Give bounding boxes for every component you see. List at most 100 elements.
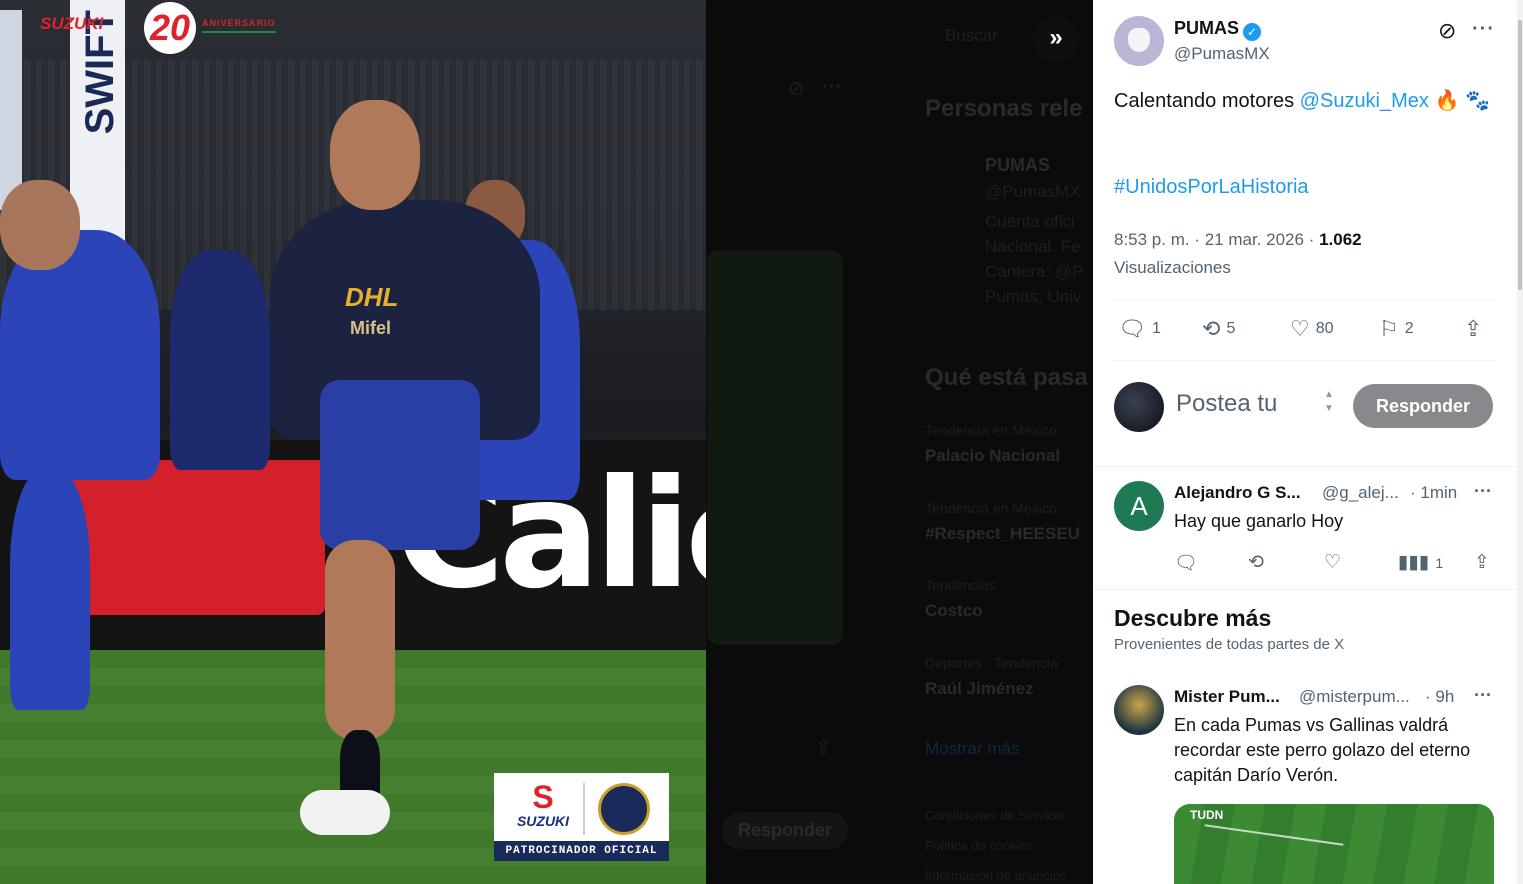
avatar[interactable] [1114, 16, 1164, 66]
discover-video[interactable]: TUDN [1174, 804, 1494, 884]
bg-card-bio-2: Nacional. Fe [985, 237, 1081, 256]
verified-icon: ✓ [1243, 23, 1262, 41]
post-date[interactable]: 21 mar. 2026 [1205, 230, 1304, 249]
bg-section-people: Personas rele [925, 95, 1083, 122]
bg-trend-name: #Respect_HEESEU [925, 524, 1080, 543]
bg-more-icon: ··· [822, 76, 842, 98]
post-header: PUMAS ✓ @PumasMX ⊘ ··· [1114, 16, 1504, 68]
main-player-shoe [300, 790, 390, 835]
author-name[interactable]: PUMAS ✓ [1174, 18, 1262, 41]
player-figure [170, 250, 270, 470]
bg-card-bio-4: Pumas, Univ [985, 287, 1082, 306]
bg-trend-name: Costco [925, 601, 983, 620]
avatar[interactable] [1114, 382, 1164, 432]
brand-tag: ANIVERSARIO [202, 18, 276, 33]
sponsor-footer: PATROCINADOR OFICIAL [494, 841, 669, 861]
like-count: 80 [1315, 320, 1334, 337]
author-name-text[interactable]: PUMAS [1174, 18, 1239, 38]
main-player-shorts [320, 380, 480, 550]
bg-trend-context: Tendencia en México [925, 422, 1057, 438]
like-button[interactable]: ♡ 80 [1290, 316, 1334, 342]
post-detail-panel: PUMAS ✓ @PumasMX ⊘ ··· Calentando motores… [1093, 0, 1517, 884]
scrollbar-thumb[interactable] [1518, 20, 1522, 290]
post-meta: 8:53 p. m. · 21 mar. 2026 · 1.062 Visual… [1114, 230, 1362, 277]
double-chevron-right-icon: » [1049, 24, 1063, 51]
avatar[interactable] [1114, 685, 1164, 735]
bg-section-trends: Qué está pasa [925, 364, 1088, 391]
bg-footer-link: Política de cookies [925, 838, 1034, 853]
repost-button[interactable]: ⟲ 5 [1202, 316, 1235, 342]
discover-post[interactable]: Mister Pum... @misterpum... · 9h ··· En … [1114, 685, 1499, 805]
bg-trend-name: Raúl Jiménez [925, 679, 1034, 698]
ad-red-panel [60, 460, 325, 615]
reply-icon: 🗨 [1118, 316, 1146, 341]
reply-submit-button[interactable]: Responder [1353, 384, 1493, 428]
post-author-handle[interactable]: @misterpum... [1299, 687, 1410, 707]
views-label: Visualizaciones [1114, 258, 1231, 277]
discover-subtitle: Provenientes de todas partes de X [1114, 636, 1345, 653]
suzuki-s-icon: S [532, 779, 554, 815]
bg-media-thumbnail [707, 250, 843, 645]
reply-author-name[interactable]: Alejandro G S... [1174, 483, 1301, 503]
bookmark-icon: ⚐ [1379, 316, 1399, 341]
bg-trend-context: Tendencias [925, 577, 996, 593]
heart-icon[interactable]: ♡ [1324, 551, 1341, 574]
post-text: Calentando motores @Suzuki_Mex 🔥 🐾 [1114, 86, 1499, 116]
more-icon[interactable]: ··· [1474, 685, 1492, 706]
bg-card-name: PUMAS [985, 155, 1051, 175]
avatar[interactable]: A [1114, 481, 1164, 531]
bg-trend-name: Palacio Nacional [925, 446, 1061, 465]
bookmark-count: 2 [1404, 320, 1414, 337]
more-icon[interactable]: ··· [1474, 481, 1492, 502]
bookmark-button[interactable]: ⚐ 2 [1379, 316, 1414, 342]
bg-trend-context: Tendencia en México [925, 500, 1057, 516]
reply-button[interactable]: 🗨 1 [1118, 316, 1161, 342]
composer-scroll-icon[interactable]: ▲ ▼ [1322, 388, 1336, 424]
post-time[interactable]: 8:53 p. m. [1114, 230, 1190, 249]
post-media-photo[interactable]: SWIFT Calie DHL Mifel SUZUKI 20 ANIVERSA… [0, 0, 706, 884]
share-icon[interactable]: ⇪ [1474, 551, 1490, 574]
app-root: Buscar Personas rele PUMAS @PumasMX Cuen… [0, 0, 1523, 884]
share-button[interactable]: ⇪ [1464, 316, 1488, 342]
bg-search-input: Buscar [945, 26, 998, 45]
bg-card-handle: @PumasMX [985, 182, 1081, 201]
views-count: 1.062 [1319, 230, 1362, 249]
more-icon[interactable]: ··· [1472, 18, 1495, 41]
panel-scrollbar[interactable] [1517, 0, 1523, 884]
repost-icon[interactable]: ⟲ [1248, 551, 1264, 574]
post-author-name[interactable]: Mister Pum... [1174, 687, 1280, 707]
reply-icon[interactable]: 🗨 [1174, 551, 1198, 575]
tudn-logo: TUDN [1190, 808, 1224, 822]
divider [1114, 300, 1494, 301]
player-head [0, 180, 80, 270]
reply-composer: Postea tu ▲ ▼ Responder [1114, 380, 1499, 434]
sponsor-divider [583, 783, 585, 835]
grok-icon[interactable]: ⊘ [1438, 18, 1456, 44]
reply-item[interactable]: A Alejandro G S... @g_alej... · 1min ···… [1114, 481, 1499, 581]
brand-number: 20 [144, 2, 196, 54]
post-text-body: Calentando motores [1114, 90, 1300, 112]
expand-panel-button[interactable]: » [1033, 16, 1079, 62]
views-button[interactable]: ▮▮▮ 1 [1398, 551, 1443, 574]
author-handle[interactable]: @PumasMX [1174, 44, 1270, 64]
reply-time[interactable]: · 1min [1410, 483, 1457, 503]
divider [1114, 360, 1494, 361]
views-count: 1 [1435, 555, 1444, 571]
post-time[interactable]: · 9h [1425, 687, 1454, 707]
bg-share-icon: ⇪ [815, 737, 832, 759]
bg-reply-button: Responder [722, 812, 849, 849]
main-player-head [330, 100, 420, 210]
suzuki-logo: S SUZUKI [508, 781, 578, 829]
suzuki-wordmark: SUZUKI [516, 813, 570, 829]
player-legs [10, 470, 90, 710]
reply-input[interactable]: Postea tu [1176, 390, 1277, 418]
hashtag-link[interactable]: #UnidosPorLaHistoria [1114, 176, 1309, 199]
reply-author-handle[interactable]: @g_alej... [1322, 483, 1399, 503]
mention-link[interactable]: @Suzuki_Mex [1300, 90, 1429, 112]
heart-icon: ♡ [1290, 316, 1310, 341]
divider [1093, 466, 1517, 467]
emoji-line: 🔥 🐾 [1434, 90, 1490, 112]
reply-count: 1 [1151, 320, 1161, 337]
main-player-leg [325, 540, 395, 740]
bg-footer-link: Información de anuncios [925, 868, 1067, 883]
